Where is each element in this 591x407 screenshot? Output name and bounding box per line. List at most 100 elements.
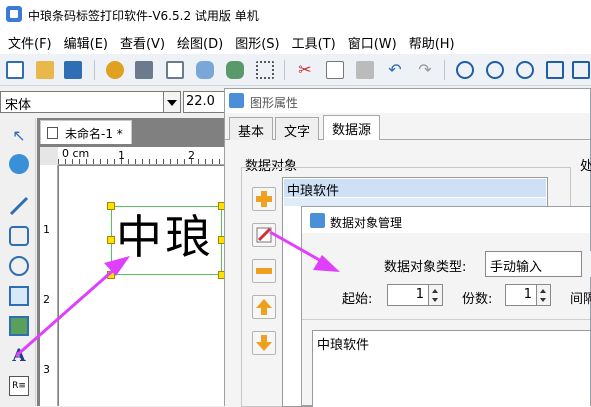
open-icon[interactable]: [36, 61, 54, 79]
redo-icon[interactable]: ↷: [416, 61, 434, 79]
add-data-object-button[interactable]: [252, 187, 276, 211]
copy-icon[interactable]: [326, 61, 344, 79]
new-icon[interactable]: [6, 61, 24, 79]
image-frame-tool-icon[interactable]: [9, 286, 29, 306]
spin-up-icon[interactable]: [432, 289, 438, 293]
app-logo-icon: [6, 6, 22, 22]
toolbar: ✂ ↶ ↷: [0, 54, 591, 86]
ruler-mark: 1: [43, 223, 50, 236]
grid-icon[interactable]: [256, 61, 274, 79]
zoom-actual-icon[interactable]: [572, 61, 590, 79]
cut-icon[interactable]: ✂: [296, 61, 314, 79]
delete-data-object-button[interactable]: [252, 259, 276, 283]
arrow-up-icon: [256, 299, 272, 315]
line-tool-icon[interactable]: [9, 196, 29, 216]
divider: [302, 319, 590, 320]
menu-tools[interactable]: 工具(T): [286, 30, 342, 54]
toolbar-separator: [94, 60, 95, 80]
copies-input[interactable]: 1: [505, 284, 537, 306]
label-text-object[interactable]: 中琅: [116, 207, 214, 267]
print-preview-icon[interactable]: [166, 61, 184, 79]
menu-view[interactable]: 查看(V): [114, 30, 171, 54]
processing-group-label: 处: [580, 159, 591, 174]
zoom-in-icon[interactable]: [456, 61, 474, 79]
copies-stepper[interactable]: [537, 284, 551, 306]
plus-icon: [256, 191, 272, 207]
rounded-rect-tool-icon[interactable]: [9, 226, 29, 246]
save-icon[interactable]: [64, 61, 82, 79]
list-item[interactable]: 中琅软件: [284, 179, 546, 199]
spin-down-icon[interactable]: [540, 298, 546, 302]
font-size-select[interactable]: 22.0: [183, 91, 228, 113]
tab-basic[interactable]: 基本: [229, 117, 274, 140]
document-icon: [47, 127, 58, 139]
undo-icon[interactable]: ↶: [386, 61, 404, 79]
vertical-ruler: 1 2 3: [40, 165, 58, 406]
spin-up-icon[interactable]: [540, 289, 546, 293]
dialog-title: 图形属性: [250, 96, 299, 110]
chevron-down-icon[interactable]: [581, 251, 591, 277]
start-label: 起始:: [342, 292, 373, 307]
menu-shape[interactable]: 图形(S): [229, 30, 285, 54]
content-text: 中琅软件: [317, 338, 370, 353]
dialog-app-icon: [310, 213, 325, 228]
text-tool-icon[interactable]: A: [9, 346, 29, 366]
menu-window[interactable]: 窗口(W): [342, 30, 403, 54]
resize-handle[interactable]: [107, 271, 115, 279]
toolbar-separator: [444, 60, 445, 80]
settings-icon[interactable]: [106, 61, 124, 79]
zoom-out-icon[interactable]: [486, 61, 504, 79]
copies-label: 份数:: [462, 292, 493, 307]
list-item-highlight: [284, 198, 546, 206]
font-family-select[interactable]: 宋体: [0, 91, 164, 113]
start-stepper[interactable]: [429, 284, 443, 306]
select-pointer-icon[interactable]: ↖: [9, 126, 29, 146]
edit-data-object-button[interactable]: [252, 223, 276, 247]
ellipse-tool-icon[interactable]: [9, 256, 29, 276]
ruler-corner: [40, 147, 58, 165]
label-canvas[interactable]: [59, 166, 227, 406]
drawing-tool-strip: ↖ A R≡: [0, 118, 36, 406]
dialog-title-bar[interactable]: 数据对象管理: [302, 207, 590, 233]
picture-tool-icon[interactable]: [9, 316, 29, 336]
menu-edit[interactable]: 编辑(E): [58, 30, 114, 54]
start-input[interactable]: 1: [387, 284, 429, 306]
tab-data-source[interactable]: 数据源: [323, 115, 381, 141]
spin-down-icon[interactable]: [432, 298, 438, 302]
interval-label: 间隔: [570, 292, 591, 307]
content-textarea[interactable]: 中琅软件: [312, 330, 590, 407]
move-down-button[interactable]: [252, 331, 276, 355]
menu-file[interactable]: 文件(F): [2, 30, 58, 54]
tab-text[interactable]: 文字: [275, 117, 320, 140]
document-tab[interactable]: 未命名-1 *: [40, 120, 132, 144]
rich-text-tool-icon[interactable]: R≡: [9, 376, 29, 396]
resize-handle[interactable]: [107, 236, 115, 244]
data-object-type-label: 数据对象类型:: [384, 260, 467, 275]
dialog-title: 数据对象管理: [330, 216, 403, 230]
zoom-page-icon[interactable]: [546, 61, 564, 79]
font-bar: 宋体 22.0: [0, 88, 230, 116]
zoom-fit-icon[interactable]: [516, 61, 534, 79]
ruler-mark: 3: [43, 363, 50, 376]
edit-icon: [256, 227, 272, 243]
resize-handle[interactable]: [107, 202, 115, 210]
menu-draw[interactable]: 绘图(D): [171, 30, 229, 54]
window-title: 中琅条码标签打印软件-V6.5.2 试用版 单机: [28, 9, 259, 23]
ruler-mark: 2: [43, 293, 50, 306]
rotate-icon[interactable]: [9, 154, 29, 174]
data-object-management-dialog: 数据对象管理 数据对象类型: 手动输入 起始: 1 份数: 1 间隔 中琅软件: [301, 206, 591, 407]
arrow-down-icon: [256, 335, 272, 351]
data-object-type-select[interactable]: 手动输入: [485, 251, 591, 277]
ruler-unit-label: 0 cm: [62, 147, 90, 160]
menu-help[interactable]: 帮助(H): [403, 30, 461, 54]
minus-icon: [256, 268, 272, 274]
print-icon[interactable]: [135, 61, 153, 79]
move-up-button[interactable]: [252, 295, 276, 319]
dialog-title-bar[interactable]: 图形属性: [225, 89, 590, 113]
database-settings-icon[interactable]: [226, 61, 244, 79]
database-icon[interactable]: [196, 61, 214, 79]
paste-icon[interactable]: [356, 61, 374, 79]
toolbar-separator: [284, 60, 285, 80]
chevron-down-icon[interactable]: [164, 91, 181, 113]
dialog-app-icon: [229, 93, 244, 108]
